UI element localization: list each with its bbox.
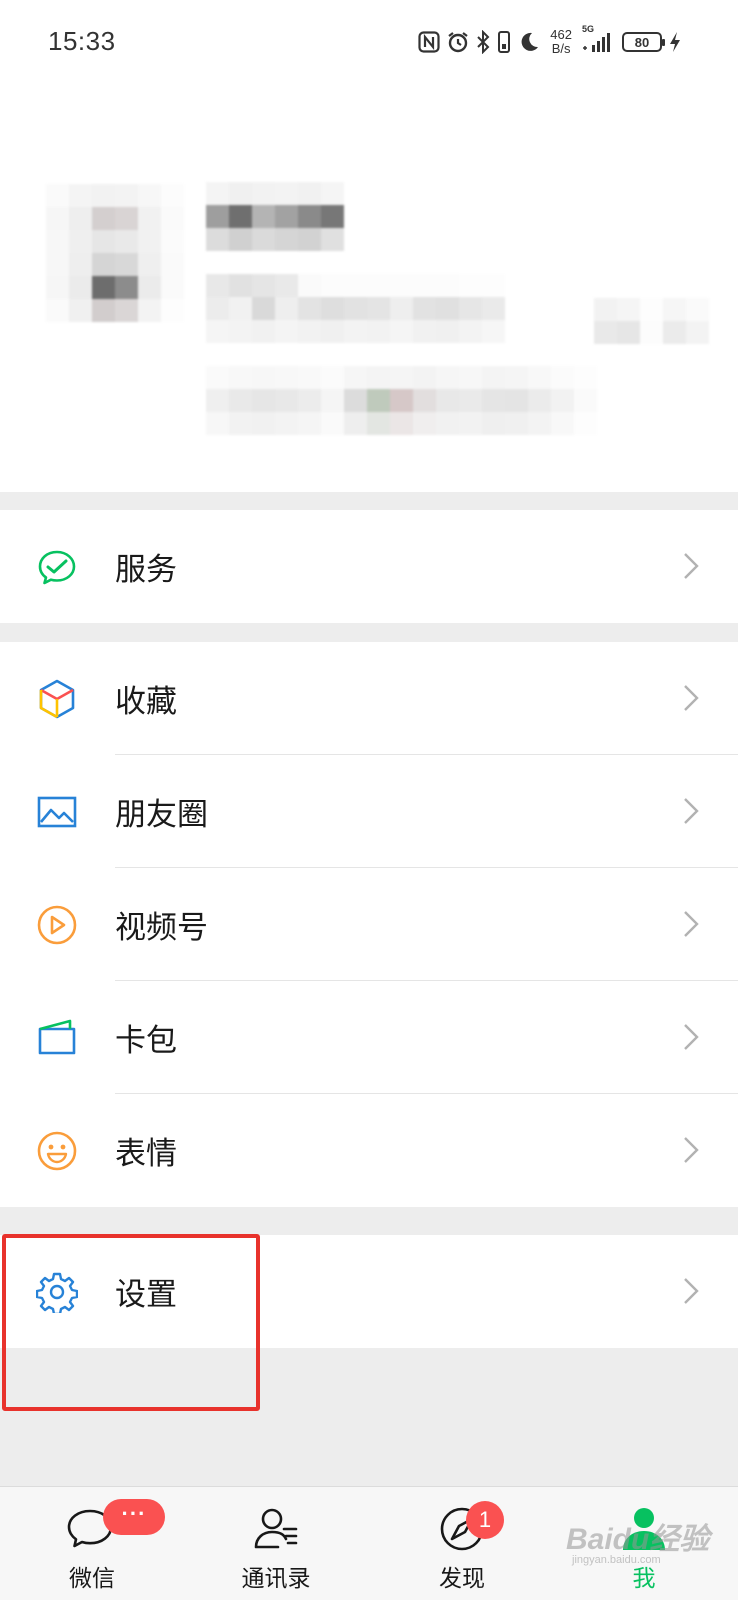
battery-icon: 80 — [622, 32, 665, 52]
play-circle-icon — [37, 905, 77, 945]
discover-badge: 1 — [466, 1501, 504, 1539]
tab-bar: 微信 ··· 通讯录 发现 1 我 — [0, 1486, 738, 1600]
bluetooth-icon — [476, 30, 490, 54]
chevron-right-icon — [684, 685, 699, 711]
menu-label-settings: 设置 — [115, 1277, 177, 1312]
cube-icon — [39, 679, 75, 719]
nfc-icon — [418, 31, 440, 53]
chevron-right-icon — [684, 553, 699, 579]
wallet-icon — [38, 1019, 76, 1055]
menu-label-services: 服务 — [115, 552, 177, 587]
tab-label-me: 我 — [632, 1565, 656, 1591]
battery-level: 80 — [634, 34, 650, 50]
signal-label: 5G — [582, 24, 595, 34]
status-icons: 462 B/s 5G 80 — [418, 24, 682, 58]
wechat-id — [206, 274, 505, 343]
tab-me[interactable]: 我 — [584, 1487, 704, 1600]
qr-code-icon[interactable] — [594, 298, 709, 344]
menu-item-moments[interactable]: 朋友圈 — [0, 755, 738, 868]
chevron-right-icon — [684, 1024, 699, 1050]
signal-icon: 5G — [582, 24, 616, 54]
charging-icon — [668, 31, 682, 53]
moon-icon — [518, 31, 540, 53]
alarm-icon — [446, 30, 470, 54]
person-icon — [623, 1508, 665, 1550]
chevron-right-icon — [684, 1278, 699, 1304]
menu-item-settings[interactable]: 设置 — [0, 1235, 738, 1348]
gear-icon — [36, 1272, 78, 1313]
settings-section: 设置 — [0, 1235, 738, 1348]
status-time: 15:33 — [48, 26, 116, 56]
image-icon — [37, 796, 77, 828]
profile-header[interactable] — [0, 84, 738, 492]
unread-badge: ··· — [103, 1499, 165, 1535]
features-section: 收藏 朋友圈 视频号 卡包 表情 — [0, 642, 738, 1207]
tab-label-chats: 微信 — [69, 1565, 115, 1591]
chevron-right-icon — [684, 798, 699, 824]
menu-label-moments: 朋友圈 — [115, 797, 208, 832]
status-bar: 15:33 462 B/s 5G 80 — [0, 0, 738, 84]
menu-label-channels: 视频号 — [115, 910, 208, 945]
services-icon — [38, 550, 76, 585]
chevron-right-icon — [684, 1137, 699, 1163]
services-section: 服务 — [0, 510, 738, 623]
menu-label-favorites: 收藏 — [115, 684, 177, 719]
vibrate-icon — [496, 30, 512, 54]
chevron-right-icon — [684, 911, 699, 937]
menu-item-channels[interactable]: 视频号 — [0, 868, 738, 981]
profile-name — [206, 182, 344, 251]
menu-item-services[interactable]: 服务 — [0, 510, 738, 623]
smile-icon — [37, 1131, 77, 1171]
tab-discover[interactable]: 发现 — [402, 1487, 522, 1600]
tab-label-discover: 发现 — [439, 1565, 485, 1591]
tab-label-contacts: 通讯录 — [241, 1565, 311, 1591]
menu-label-cards: 卡包 — [115, 1023, 177, 1058]
net-speed-unit: B/s — [551, 41, 571, 56]
menu-label-stickers: 表情 — [115, 1136, 177, 1171]
menu-item-cards[interactable]: 卡包 — [0, 981, 738, 1094]
net-speed-value: 462 — [550, 27, 572, 42]
menu-item-stickers[interactable]: 表情 — [0, 1094, 738, 1207]
menu-item-favorites[interactable]: 收藏 — [0, 642, 738, 755]
contacts-icon — [254, 1508, 298, 1549]
tab-contacts[interactable]: 通讯录 — [216, 1487, 336, 1600]
status-pill[interactable] — [206, 366, 597, 435]
avatar[interactable] — [46, 184, 184, 322]
net-speed: 462 B/s — [550, 28, 572, 56]
